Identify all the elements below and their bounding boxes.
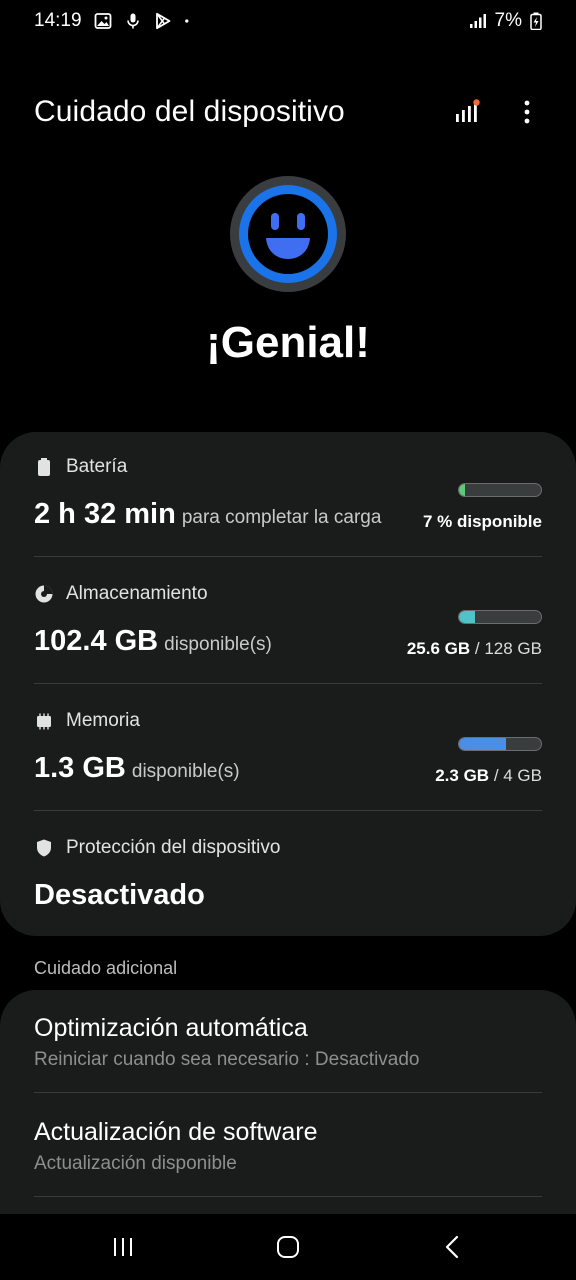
diagnostics-button[interactable]	[452, 97, 482, 127]
battery-charging-icon	[530, 12, 542, 30]
more-options-icon	[524, 100, 530, 124]
battery-time: 2 h 32 min	[34, 498, 176, 530]
protection-section[interactable]: Protección del dispositivo Desactivado	[34, 837, 542, 927]
smiley-face-icon	[230, 176, 346, 292]
mic-icon	[126, 13, 139, 29]
home-button[interactable]	[258, 1222, 318, 1272]
back-icon	[446, 1235, 459, 1259]
storage-used: 25.6 GB	[406, 639, 471, 658]
list-item-title: Actualización de software	[34, 1118, 318, 1146]
gallery-icon	[94, 13, 111, 29]
memory-level-bar	[458, 737, 542, 751]
additional-care-card: Optimización automática Reiniciar cuando…	[0, 990, 576, 1230]
battery-label: Batería	[66, 456, 128, 477]
memory-level-fill	[459, 738, 507, 750]
storage-label: Almacenamiento	[66, 583, 208, 604]
storage-level-bar	[458, 610, 542, 624]
divider	[34, 1196, 542, 1197]
memory-section[interactable]: Memoria 1.3 GB disponible(s) 2.3 GB / 4 …	[34, 710, 542, 810]
more-options-button[interactable]	[512, 97, 542, 127]
storage-available: 102.4 GB	[34, 625, 159, 657]
protection-label: Protección del dispositivo	[66, 837, 281, 858]
divider	[34, 683, 542, 684]
home-icon	[276, 1236, 299, 1258]
back-button[interactable]	[423, 1222, 483, 1272]
memory-available: 1.3 GB	[34, 752, 126, 784]
protection-status: Desactivado	[34, 879, 205, 911]
play-store-icon	[155, 12, 170, 30]
memory-used: 2.3 GB	[435, 766, 490, 785]
storage-sub: disponible(s)	[164, 634, 272, 655]
divider	[34, 1092, 542, 1093]
storage-total: / 128 GB	[474, 639, 542, 658]
list-item-title: Optimización automática	[34, 1014, 308, 1042]
memory-total: / 4 GB	[493, 766, 542, 785]
battery-section[interactable]: Batería 2 h 32 min para completar la car…	[34, 456, 542, 556]
memory-sub: disponible(s)	[131, 761, 240, 782]
dot-icon	[184, 19, 188, 23]
battery-available: 7 % disponible	[422, 512, 542, 531]
status-text: ¡Genial!	[206, 318, 370, 367]
storage-section[interactable]: Almacenamiento 102.4 GB disponible(s) 25…	[34, 583, 542, 683]
navigation-bar	[0, 1214, 576, 1280]
battery-icon	[38, 458, 50, 476]
status-indicator	[229, 175, 347, 293]
app-header: Cuidado del dispositivo	[0, 86, 576, 138]
signal-icon	[469, 14, 486, 28]
shield-icon	[37, 839, 51, 857]
auto-optimization-item[interactable]: Optimización automática Reiniciar cuando…	[34, 1014, 542, 1071]
battery-percent: 7%	[494, 10, 522, 31]
page-title: Cuidado del dispositivo	[34, 95, 345, 128]
storage-level-fill	[459, 611, 476, 623]
memory-chip-icon	[37, 713, 51, 730]
additional-care-heading: Cuidado adicional	[34, 958, 178, 978]
list-item-subtitle: Reiniciar cuando sea necesario : Desacti…	[34, 1049, 420, 1070]
divider	[34, 810, 542, 811]
recent-apps-button[interactable]	[93, 1222, 153, 1272]
battery-level-fill	[459, 484, 465, 496]
storage-pie-icon	[35, 585, 53, 603]
status-time: 14:19	[34, 10, 82, 31]
recent-apps-icon	[113, 1238, 132, 1256]
list-item-subtitle: Actualización disponible	[34, 1153, 237, 1174]
device-care-card: Batería 2 h 32 min para completar la car…	[0, 432, 576, 936]
battery-level-bar	[458, 483, 542, 497]
software-update-item[interactable]: Actualización de software Actualización …	[34, 1118, 542, 1175]
divider	[34, 556, 542, 557]
status-bar: 14:19 7%	[0, 0, 576, 42]
diagnostics-icon	[456, 99, 480, 122]
battery-sub: para completar la carga	[181, 507, 382, 528]
memory-label: Memoria	[66, 710, 140, 731]
